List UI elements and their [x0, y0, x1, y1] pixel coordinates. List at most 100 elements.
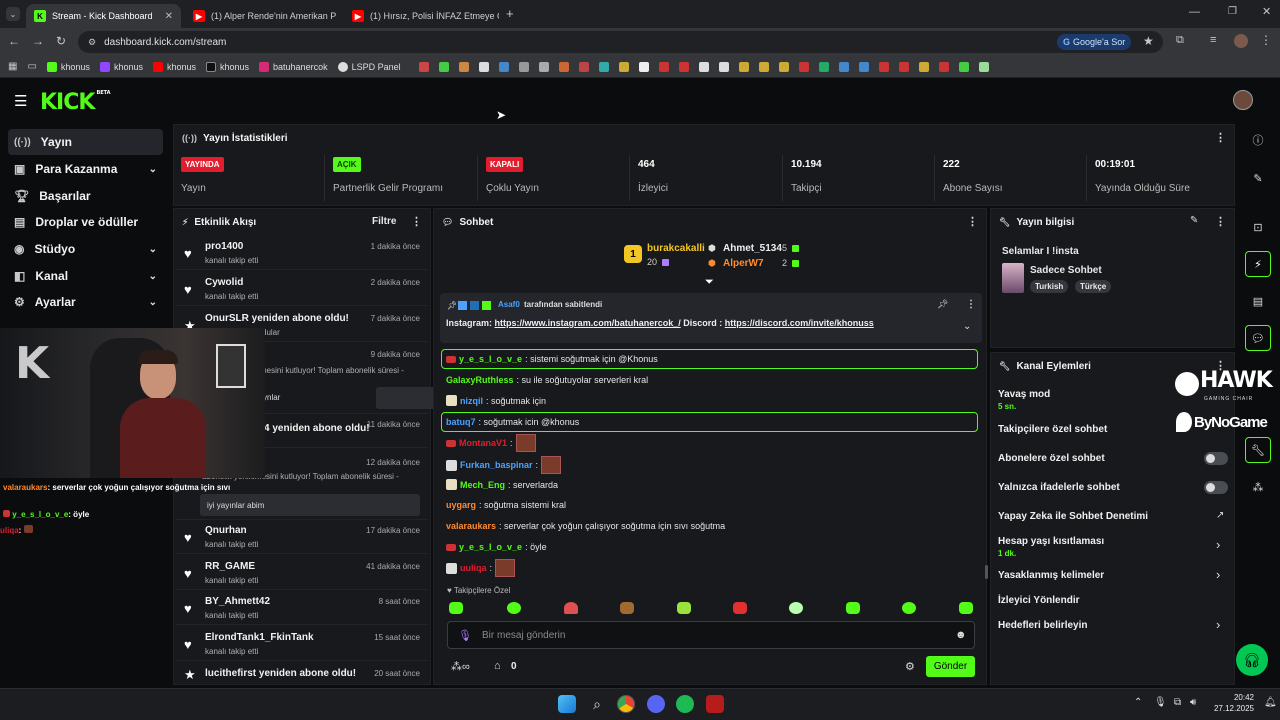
unpin-icon[interactable]: 📌︎ [937, 299, 948, 310]
slow-mode-row[interactable]: Yavaş mod 5 sn. [998, 389, 1050, 411]
viewer-redirect-row[interactable]: İzleyici Yönlendir [998, 595, 1080, 606]
event-user[interactable]: BY_Ahmett42 [205, 596, 270, 607]
bookmark-icon[interactable] [918, 61, 929, 72]
bookmark-khonus-x[interactable]: khonus [206, 61, 249, 72]
emoji-icon[interactable]: ☻ [955, 629, 967, 641]
sidebar-item-studyo[interactable]: ◉ Stüdyo ⌄ [8, 236, 163, 262]
document-icon[interactable]: ▤ [1245, 288, 1271, 314]
bookmark-icon[interactable] [718, 61, 729, 72]
close-icon[interactable]: ✕ [165, 11, 173, 22]
tab-search-icon[interactable]: ⌄ [6, 7, 20, 21]
bookmark-icon[interactable] [778, 61, 789, 72]
chat-username[interactable]: MontanaV1 [459, 438, 507, 448]
bookmark-khonus-twitch[interactable]: khonus [99, 61, 143, 72]
chat-username[interactable]: nizqil [460, 396, 483, 406]
subscribers-chat-row[interactable]: Abonelere özel sohbet [998, 453, 1105, 464]
apps-icon[interactable]: ▦ [8, 61, 17, 72]
more-options-icon[interactable]: ⋮ [966, 299, 976, 310]
bookmark-icon[interactable] [898, 61, 909, 72]
event-user[interactable]: Qnurhan [205, 525, 247, 536]
chat-bubble-icon[interactable]: 💬︎ [1245, 325, 1271, 351]
send-button[interactable]: Gönder [926, 656, 975, 677]
emote-icon[interactable] [620, 602, 634, 614]
filter-button[interactable]: Filtre [372, 216, 396, 227]
close-window-icon[interactable]: ✕ [1262, 5, 1271, 18]
emote-icon[interactable] [959, 602, 973, 614]
chat-input[interactable]: 🎙︎ Bir mesaj gönderin ☻ [447, 621, 975, 649]
edit-pencil-icon[interactable]: ✎ [1190, 215, 1198, 226]
tab-youtube-1[interactable]: ▶ (1) Alper Rende'nin Amerikan P ✕ [185, 4, 340, 28]
emote-icon[interactable] [733, 602, 747, 614]
volume-icon[interactable]: 🔊︎ [1190, 697, 1196, 708]
reload-icon[interactable]: ↻ [56, 34, 66, 48]
lightning-icon[interactable]: ⚡︎ [1245, 251, 1271, 277]
restore-icon[interactable]: ❐ [1228, 6, 1237, 17]
event-user[interactable]: ElrondTank1_FkinTank [205, 632, 314, 643]
followers-chat-row[interactable]: Takipçilere özel sohbet [998, 424, 1107, 435]
banned-words-row[interactable]: Yasaklanmış kelimeler [998, 570, 1104, 581]
hamburger-menu-icon[interactable]: ☰ [14, 92, 27, 110]
folder-icon[interactable]: ▭ [27, 61, 36, 72]
notification-bell-icon[interactable]: 🔔︎ [1264, 697, 1277, 708]
bookmark-lspd[interactable]: LSPD Panel [337, 61, 401, 72]
bookmark-icon[interactable] [938, 61, 949, 72]
chat-username[interactable]: y_e_s_l_o_v_e [459, 354, 522, 364]
new-tab-icon[interactable]: + [506, 6, 514, 21]
sidebar-item-droplar[interactable]: ▤ Droplar ve ödüller [8, 209, 163, 235]
menu-icon[interactable]: ⋮ [1260, 33, 1272, 47]
more-options-icon[interactable]: ⋮ [411, 215, 422, 228]
bookmark-icon[interactable] [578, 61, 589, 72]
minimize-icon[interactable]: — [1189, 6, 1200, 18]
bookmark-icon[interactable] [738, 61, 749, 72]
bookmark-icon[interactable] [978, 61, 989, 72]
external-link-icon[interactable]: ↗ [1216, 510, 1224, 521]
account-age-row[interactable]: Hesap yaşı kısıtlaması 1 dk. [998, 536, 1104, 558]
emote-icon[interactable] [677, 602, 691, 614]
microphone-icon[interactable]: 🎙︎ [458, 629, 472, 642]
emote-icon[interactable] [902, 602, 916, 614]
bookmark-star-icon[interactable]: ★ [1143, 34, 1154, 48]
chat-username[interactable]: uygarg [446, 500, 476, 510]
google-ask-button[interactable]: G Google'a Sor [1057, 34, 1132, 50]
stream-category[interactable]: Sadece Sohbet [1030, 265, 1102, 276]
address-bar[interactable]: ⚙ dashboard.kick.com/stream [78, 31, 1163, 53]
sidebar-item-yayin[interactable]: ((·)) Yayın [8, 129, 163, 155]
discord-link[interactable]: https://discord.com/invite/khonuss [725, 318, 874, 328]
sidebar-item-kanal[interactable]: ◧ Kanal ⌄ [8, 263, 163, 289]
chevron-right-icon[interactable]: › [1216, 537, 1220, 552]
bookmark-icon[interactable] [558, 61, 569, 72]
chat-username[interactable]: y_e_s_l_o_v_e [459, 542, 522, 552]
subscribers-chat-toggle[interactable] [1204, 452, 1228, 465]
goals-row[interactable]: Hedefleri belirleyin [998, 620, 1087, 631]
reading-list-icon[interactable]: ≡ [1210, 34, 1216, 46]
bookmark-icon[interactable] [658, 61, 669, 72]
more-options-icon[interactable]: ⋮ [1215, 215, 1226, 228]
chevron-right-icon[interactable]: › [1216, 567, 1220, 582]
bookmark-icon[interactable] [618, 61, 629, 72]
store-icon[interactable]: ⌂ [494, 660, 501, 672]
bookmark-icon[interactable] [418, 61, 429, 72]
spotify-icon[interactable] [676, 695, 694, 713]
instagram-link[interactable]: https://www.instagram.com/batuhanercok_/ [495, 318, 681, 328]
sidebar-item-basarilar[interactable]: 🏆︎ Başarılar [8, 183, 163, 209]
site-info-icon[interactable]: ⚙ [88, 37, 96, 48]
chrome-icon[interactable] [617, 695, 635, 713]
bookmark-icon[interactable] [678, 61, 689, 72]
bookmark-icon[interactable] [518, 61, 529, 72]
info-icon[interactable]: ⓘ [1245, 127, 1271, 153]
sidebar-item-para-kazanma[interactable]: ▣ Para Kazanma ⌄ [8, 156, 163, 182]
bookmark-icon[interactable] [858, 61, 869, 72]
bookmark-khonus-youtube[interactable]: khonus [152, 61, 196, 72]
tab-kick-dashboard[interactable]: K Stream - Kick Dashboard ✕ [26, 4, 181, 28]
chat-username[interactable]: Furkan_baspinar [460, 460, 533, 470]
discord-icon[interactable] [647, 695, 665, 713]
support-headset-icon[interactable]: 🎧︎ [1236, 644, 1268, 676]
chat-username[interactable]: Mech_Eng [460, 480, 505, 490]
chat-username[interactable]: batuq7 [446, 417, 476, 427]
more-options-icon[interactable]: ⋮ [1215, 131, 1226, 144]
bookmark-icon[interactable] [798, 61, 809, 72]
tray-chevron-icon[interactable]: ⌃ [1134, 697, 1142, 708]
bookmark-icon[interactable] [698, 61, 709, 72]
extensions-icon[interactable]: ⧉ [1176, 34, 1184, 47]
chat-username[interactable]: GalaxyRuthless [446, 375, 514, 385]
